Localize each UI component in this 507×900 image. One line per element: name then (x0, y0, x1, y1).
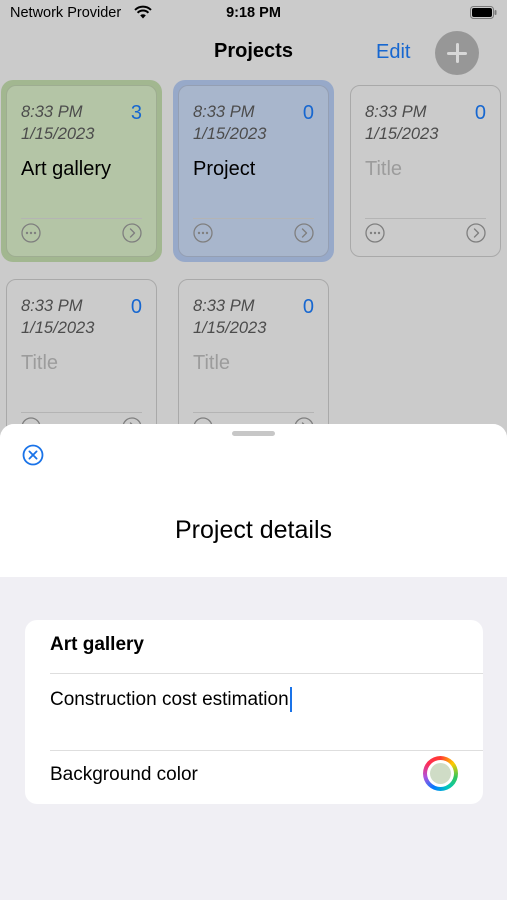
color-picker-well[interactable] (423, 756, 458, 791)
sheet-grabber[interactable] (232, 431, 275, 436)
project-details-sheet: Project details Art gallery Construction… (0, 424, 507, 900)
sheet-header: Project details (0, 424, 507, 577)
background-color-label: Background color (50, 764, 198, 785)
divider (50, 673, 483, 674)
selected-color-swatch (430, 763, 451, 784)
project-description-field[interactable]: Construction cost estimation (50, 687, 292, 712)
project-name-field[interactable]: Art gallery (50, 634, 144, 656)
sheet-title: Project details (174, 516, 333, 544)
close-circle-icon[interactable] (22, 444, 44, 466)
text-cursor (289, 687, 292, 712)
description-text: Construction cost estimation (50, 688, 289, 710)
project-form: Art gallery Construction cost estimation… (25, 620, 483, 804)
divider (50, 750, 483, 751)
